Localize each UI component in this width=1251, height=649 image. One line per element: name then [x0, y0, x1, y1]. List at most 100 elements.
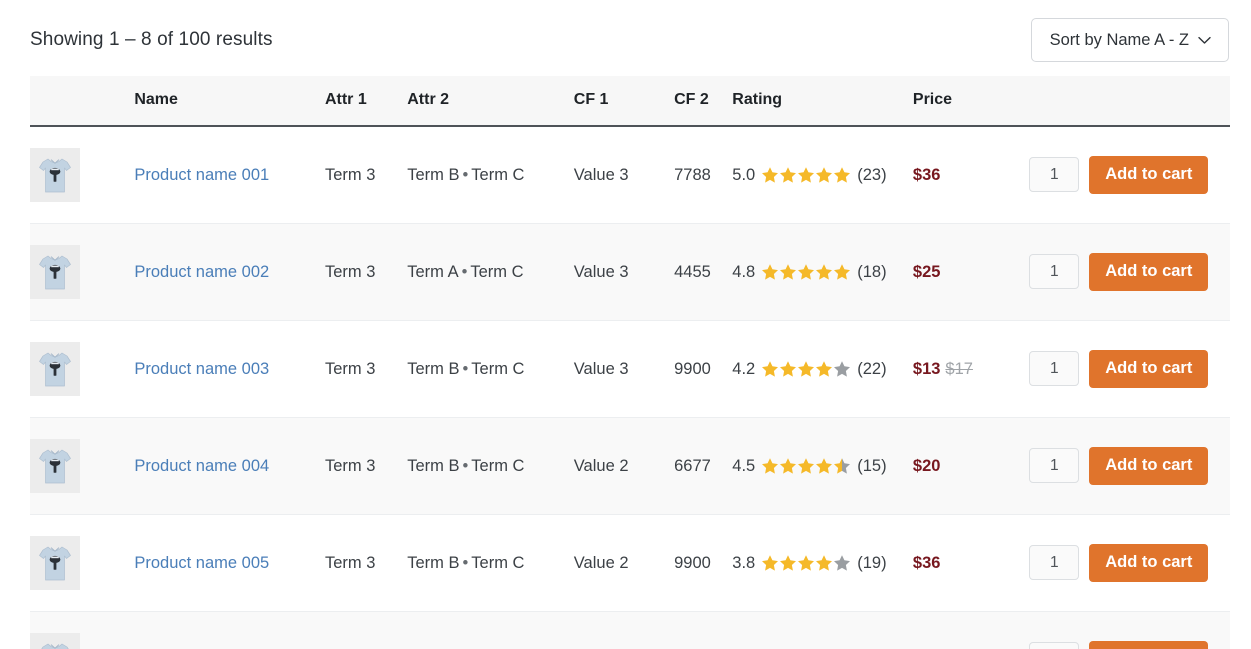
star-icon	[797, 263, 815, 281]
add-to-cart-button[interactable]: Add to cart	[1089, 641, 1209, 649]
cell-cf2: 9900	[674, 515, 732, 612]
product-thumbnail-image[interactable]	[30, 245, 80, 299]
product-price-original: $17	[945, 359, 973, 378]
quantity-input[interactable]	[1029, 545, 1080, 581]
cart-controls: Add to cart	[1029, 253, 1230, 291]
cell-name: Product name 005	[134, 515, 325, 612]
table-row: Product name 001 Term 3 Term B • Term C Va…	[30, 126, 1230, 224]
cell-cf1: Value 3	[574, 224, 674, 321]
cell-cf2: 9900	[674, 321, 732, 418]
attr2-separator: •	[462, 165, 469, 184]
attr2-value-b: Term C	[471, 359, 525, 378]
cell-cart: Add to cart	[1029, 126, 1230, 224]
product-listing-page: Showing 1 – 8 of 100 results Sort by Nam…	[0, 0, 1251, 649]
rating-count: (15)	[857, 456, 887, 475]
cell-name: Product name 004	[134, 418, 325, 515]
cell-attr2: Term A • Term C	[407, 224, 574, 321]
products-table-head: Name Attr 1 Attr 2 CF 1 CF 2 Rating Pric…	[30, 76, 1230, 127]
product-thumbnail-image[interactable]	[30, 148, 80, 202]
attr1-value: Term 3	[324, 456, 376, 475]
add-to-cart-button[interactable]: Add to cart	[1089, 544, 1209, 582]
column-header-cf1: CF 1	[573, 76, 675, 127]
star-icon	[761, 360, 779, 378]
cf2-value: 9900	[674, 553, 711, 572]
sort-dropdown[interactable]: Sort by Name A - Z	[1030, 17, 1229, 63]
cell-name: Product name 006	[134, 612, 325, 649]
star-icon	[815, 554, 833, 572]
cell-attr1: Term 3	[325, 224, 407, 321]
cell-cart: Add to cart	[1029, 418, 1230, 515]
add-to-cart-button[interactable]: Add to cart	[1089, 350, 1209, 388]
rating-count: (23)	[857, 165, 887, 184]
product-thumbnail-image[interactable]	[30, 439, 80, 493]
cart-controls: Add to cart	[1029, 544, 1230, 582]
quantity-input[interactable]	[1029, 642, 1080, 649]
cart-controls: Add to cart	[1029, 350, 1230, 388]
product-thumbnail-image[interactable]	[30, 536, 80, 590]
table-row: Product name 003 Term 3 Term B • Term C Va…	[30, 321, 1230, 418]
quantity-input[interactable]	[1029, 254, 1080, 290]
rating-value: 4.8	[732, 262, 756, 281]
cell-cf2: 1122	[674, 612, 732, 649]
rating-stars	[761, 457, 851, 475]
products-table-body: Product name 001 Term 3 Term B • Term C Va…	[30, 126, 1230, 649]
rating-stars	[761, 554, 851, 572]
star-icon	[761, 457, 779, 475]
cell-price: $81$85	[913, 612, 1029, 649]
star-icon	[761, 554, 779, 572]
add-to-cart-button[interactable]: Add to cart	[1089, 253, 1209, 291]
rating-value: 3.8	[732, 553, 756, 572]
add-to-cart-button[interactable]: Add to cart	[1089, 447, 1209, 485]
star-icon	[815, 360, 833, 378]
cf1-value: Value 3	[573, 262, 629, 281]
products-table: Name Attr 1 Attr 2 CF 1 CF 2 Rating Pric…	[30, 76, 1230, 649]
table-row: Product name 004 Term 3 Term B • Term C Va…	[30, 417, 1230, 515]
product-price: $36	[912, 553, 941, 572]
rating-count: (19)	[857, 553, 887, 572]
cell-cf2: 4455	[674, 224, 732, 321]
cell-attr2: Term B•Term C	[407, 612, 574, 649]
product-price: $25	[912, 262, 941, 281]
cell-cf1: Value 3	[574, 126, 674, 224]
cell-price: $20	[913, 418, 1029, 515]
quantity-input[interactable]	[1029, 448, 1080, 484]
rating-widget: 4.5 (15)	[732, 457, 886, 476]
quantity-input[interactable]	[1029, 157, 1080, 193]
column-header-image	[30, 76, 135, 127]
rating-stars	[761, 360, 851, 378]
attr2-value-a: Term B	[407, 359, 460, 378]
cell-price: $25	[913, 224, 1029, 321]
sort-dropdown-label: Sort by Name A - Z	[1049, 30, 1189, 49]
cell-cf1: Value 3	[574, 321, 674, 418]
product-thumbnail-image[interactable]	[30, 633, 80, 649]
cell-attr2: Term B•Term C	[407, 418, 574, 515]
attr2-value-a: Term A	[407, 262, 459, 281]
quantity-input[interactable]	[1029, 351, 1080, 387]
attr2-value-b: Term C	[471, 165, 525, 184]
cell-cart: Add to cart	[1029, 321, 1230, 418]
star-icon	[797, 166, 815, 184]
product-name-link[interactable]: Product name 005	[134, 554, 269, 572]
column-header-cart	[1029, 76, 1230, 127]
product-thumbnail-image[interactable]	[30, 342, 80, 396]
cell-price: $36	[913, 126, 1029, 224]
star-icon	[761, 263, 779, 281]
product-name-link[interactable]: Product name 004	[134, 457, 269, 475]
cf1-value: Value 3	[573, 359, 629, 378]
attr2-separator: •	[462, 553, 469, 572]
star-icon	[779, 263, 797, 281]
rating-value: 4.5	[732, 456, 756, 475]
table-row: Product name 002 Term 3 Term A • Term C Va…	[30, 223, 1230, 321]
product-name-link[interactable]: Product name 002	[134, 263, 269, 281]
attr2-separator: •	[462, 456, 469, 475]
chevron-down-icon	[1198, 36, 1211, 45]
cell-attr1: Term 3	[325, 612, 407, 649]
product-name-link[interactable]: Product name 003	[134, 360, 269, 378]
product-name-link[interactable]: Product name 001	[134, 166, 269, 184]
attr1-value: Term 3	[324, 553, 376, 572]
attr2-separator: •	[461, 262, 468, 281]
star-icon	[797, 457, 815, 475]
add-to-cart-button[interactable]: Add to cart	[1089, 156, 1209, 194]
cell-rating: 4.5 (15)	[732, 418, 913, 515]
rating-widget: 4.8 (18)	[732, 263, 886, 282]
